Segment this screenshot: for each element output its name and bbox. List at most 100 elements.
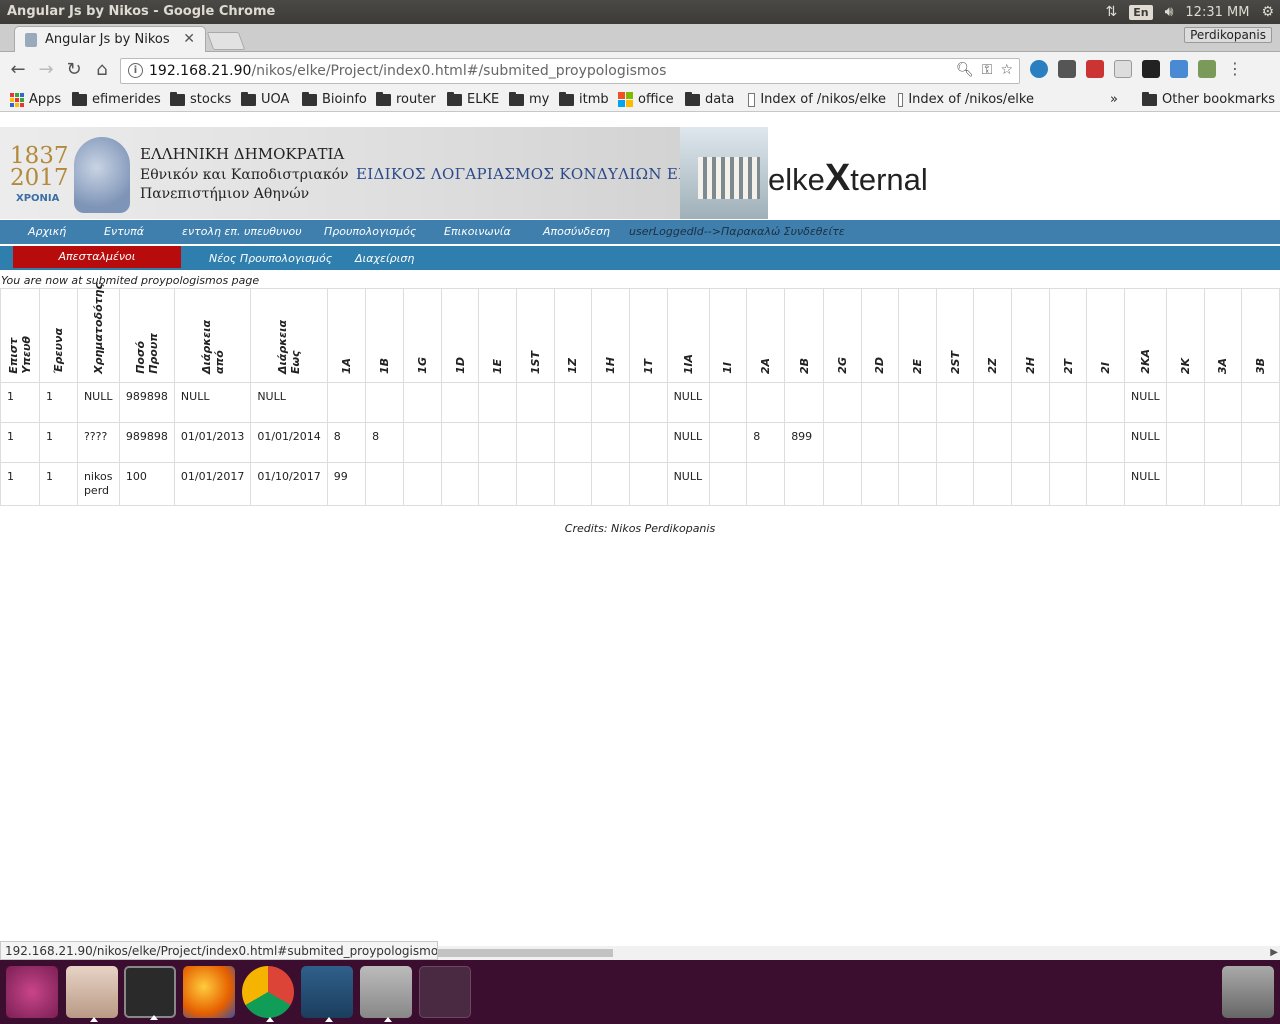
extension-icon[interactable] bbox=[1114, 60, 1132, 78]
column-header-label: Έρευνα bbox=[51, 328, 65, 374]
bookmark-star-icon[interactable]: ☆ bbox=[1000, 62, 1013, 78]
home-icon[interactable]: ⌂ bbox=[90, 58, 114, 82]
bookmark-page[interactable]: Index of /nikos/elke bbox=[748, 92, 886, 107]
column-header: Ποσό Προυπ bbox=[118, 288, 175, 383]
extension-icon[interactable] bbox=[1198, 60, 1216, 78]
table-cell: 8 bbox=[365, 422, 405, 463]
table-cell bbox=[1203, 382, 1243, 423]
bookmark-folder[interactable]: data bbox=[685, 91, 734, 107]
column-header-label: 2E bbox=[911, 358, 925, 374]
column-header-label: 1G bbox=[415, 357, 429, 374]
table-cell: 1 bbox=[38, 382, 78, 423]
table-cell bbox=[860, 462, 900, 506]
column-header: 1Z bbox=[553, 288, 593, 383]
extension-icon[interactable] bbox=[1030, 60, 1048, 78]
nav-home[interactable]: Αρχική bbox=[28, 225, 66, 238]
trash-icon[interactable] bbox=[1222, 966, 1274, 1018]
column-header-label: Ποσό Προυπ bbox=[133, 333, 160, 374]
table-cell: 99 bbox=[326, 462, 367, 506]
back-arrow-icon[interactable]: ← bbox=[6, 58, 30, 82]
table-cell: 01/01/2013 bbox=[173, 422, 252, 463]
bookmark-office[interactable]: office bbox=[618, 92, 674, 107]
bookmark-folder[interactable]: ELKE bbox=[447, 91, 499, 107]
bookmark-folder[interactable]: router bbox=[376, 91, 436, 107]
extension-icon[interactable] bbox=[1086, 60, 1104, 78]
chrome-menu-icon[interactable]: ⋮ bbox=[1226, 60, 1244, 78]
scrollbar-thumb[interactable] bbox=[438, 949, 613, 957]
column-header-label: 1A bbox=[339, 357, 353, 374]
bookmark-apps[interactable]: Apps bbox=[10, 92, 61, 107]
profile-button[interactable]: Perdikopanis bbox=[1184, 27, 1272, 43]
column-header-label: 2T bbox=[1061, 358, 1075, 374]
key-icon[interactable]: ⚿ bbox=[982, 62, 993, 78]
column-header-label: 3A bbox=[1216, 357, 1230, 374]
column-header: 2KA bbox=[1124, 288, 1168, 383]
table-cell bbox=[440, 422, 480, 463]
table-cell: 989898 bbox=[118, 382, 175, 423]
column-header: 1D bbox=[440, 288, 480, 383]
subnav-admin[interactable]: Διαχείριση bbox=[355, 252, 414, 265]
nav-logout[interactable]: Αποσύνδεση bbox=[543, 225, 610, 238]
table-cell bbox=[628, 422, 668, 463]
extension-icon[interactable] bbox=[1058, 60, 1076, 78]
mysql-workbench-icon[interactable] bbox=[301, 966, 353, 1022]
scroll-right-arrow-icon[interactable]: ▶ bbox=[1270, 947, 1278, 958]
table-cell bbox=[478, 382, 518, 423]
files-icon[interactable] bbox=[66, 966, 118, 1022]
table-cell: 1 bbox=[0, 382, 40, 423]
subnav-submitted-budgets[interactable]: Απεσταλμένοι προυπολογισμοί bbox=[13, 246, 181, 285]
column-header: 1T bbox=[628, 288, 668, 383]
bookmark-folder[interactable]: Bioinfo bbox=[302, 91, 367, 107]
column-header: 2T bbox=[1048, 288, 1088, 383]
other-bookmarks[interactable]: Other bookmarks bbox=[1142, 91, 1275, 107]
subnav-new-budget[interactable]: Νέος Προυπολογισμός bbox=[209, 252, 332, 265]
keyboard-layout-indicator[interactable]: En bbox=[1129, 4, 1153, 20]
anniversary-logo: 1837 2017 bbox=[10, 143, 69, 191]
extension-icon[interactable] bbox=[1142, 60, 1160, 78]
address-bar[interactable]: i 192.168.21.90/nikos/elke/Project/index… bbox=[120, 58, 1020, 84]
bookmark-folder[interactable]: efimerides bbox=[72, 91, 161, 107]
bookmark-folder[interactable]: UOA bbox=[241, 91, 289, 107]
bookmark-folder[interactable]: stocks bbox=[170, 91, 231, 107]
page-message: You are now at submited proypologismos p… bbox=[1, 274, 260, 287]
reload-icon[interactable]: ↻ bbox=[62, 58, 86, 82]
tab-favicon-icon bbox=[25, 33, 37, 47]
bookmark-folder[interactable]: my bbox=[509, 91, 549, 107]
table-cell: 01/01/2014 bbox=[250, 422, 328, 463]
network-icon[interactable]: ⇅ bbox=[1105, 4, 1117, 20]
table-cell bbox=[1166, 382, 1205, 423]
browser-tab[interactable]: Angular Js by Nikos ✕ bbox=[14, 26, 206, 52]
chrome-icon[interactable] bbox=[242, 966, 294, 1022]
site-info-icon[interactable]: i bbox=[128, 63, 143, 78]
tab-close-icon[interactable]: ✕ bbox=[183, 31, 195, 47]
nav-supervisor-order[interactable]: εντολη επ. υπευθυνου bbox=[182, 225, 302, 238]
nav-budget[interactable]: Προυπολογισμός bbox=[324, 225, 416, 238]
clock[interactable]: 12:31 MM bbox=[1185, 5, 1249, 20]
nav-contact[interactable]: Επικοινωνία bbox=[444, 225, 511, 238]
url-text[interactable]: 192.168.21.90/nikos/elke/Project/index0.… bbox=[149, 63, 666, 79]
column-header-label: Επιστ Υπευθ bbox=[6, 336, 33, 374]
zoom-icon[interactable]: 🔍︎ bbox=[956, 62, 974, 78]
extension-icon[interactable] bbox=[1170, 60, 1188, 78]
table-cell bbox=[591, 462, 630, 506]
volume-icon[interactable]: 🔊︎ bbox=[1165, 4, 1174, 20]
table-cell: 8 bbox=[746, 422, 786, 463]
column-header-label: 2D bbox=[873, 357, 887, 374]
workspace-switcher-icon[interactable] bbox=[419, 966, 471, 1018]
bookmark-page[interactable]: Index of /nikos/elke bbox=[898, 92, 1034, 107]
horizontal-scrollbar[interactable]: ▶ bbox=[438, 946, 1280, 960]
app-launcher-icon[interactable] bbox=[360, 966, 412, 1022]
bookmarks-overflow-chevron-icon[interactable]: » bbox=[1110, 92, 1118, 107]
table-cell bbox=[516, 462, 555, 506]
new-tab-button[interactable] bbox=[206, 32, 246, 50]
ubuntu-dash-icon[interactable] bbox=[6, 966, 58, 1018]
firefox-icon[interactable] bbox=[183, 966, 235, 1018]
bookmark-folder[interactable]: itmb bbox=[559, 91, 609, 107]
session-gear-icon[interactable]: ⚙ bbox=[1261, 4, 1274, 20]
forward-arrow-icon[interactable]: → bbox=[34, 58, 58, 82]
nav-forms[interactable]: Εντυπά bbox=[104, 225, 144, 238]
terminal-icon[interactable] bbox=[124, 966, 176, 1020]
table-cell bbox=[1241, 422, 1280, 463]
column-header-label: Διάρκεια Εως bbox=[276, 319, 303, 374]
column-header: 2H bbox=[1011, 288, 1050, 383]
